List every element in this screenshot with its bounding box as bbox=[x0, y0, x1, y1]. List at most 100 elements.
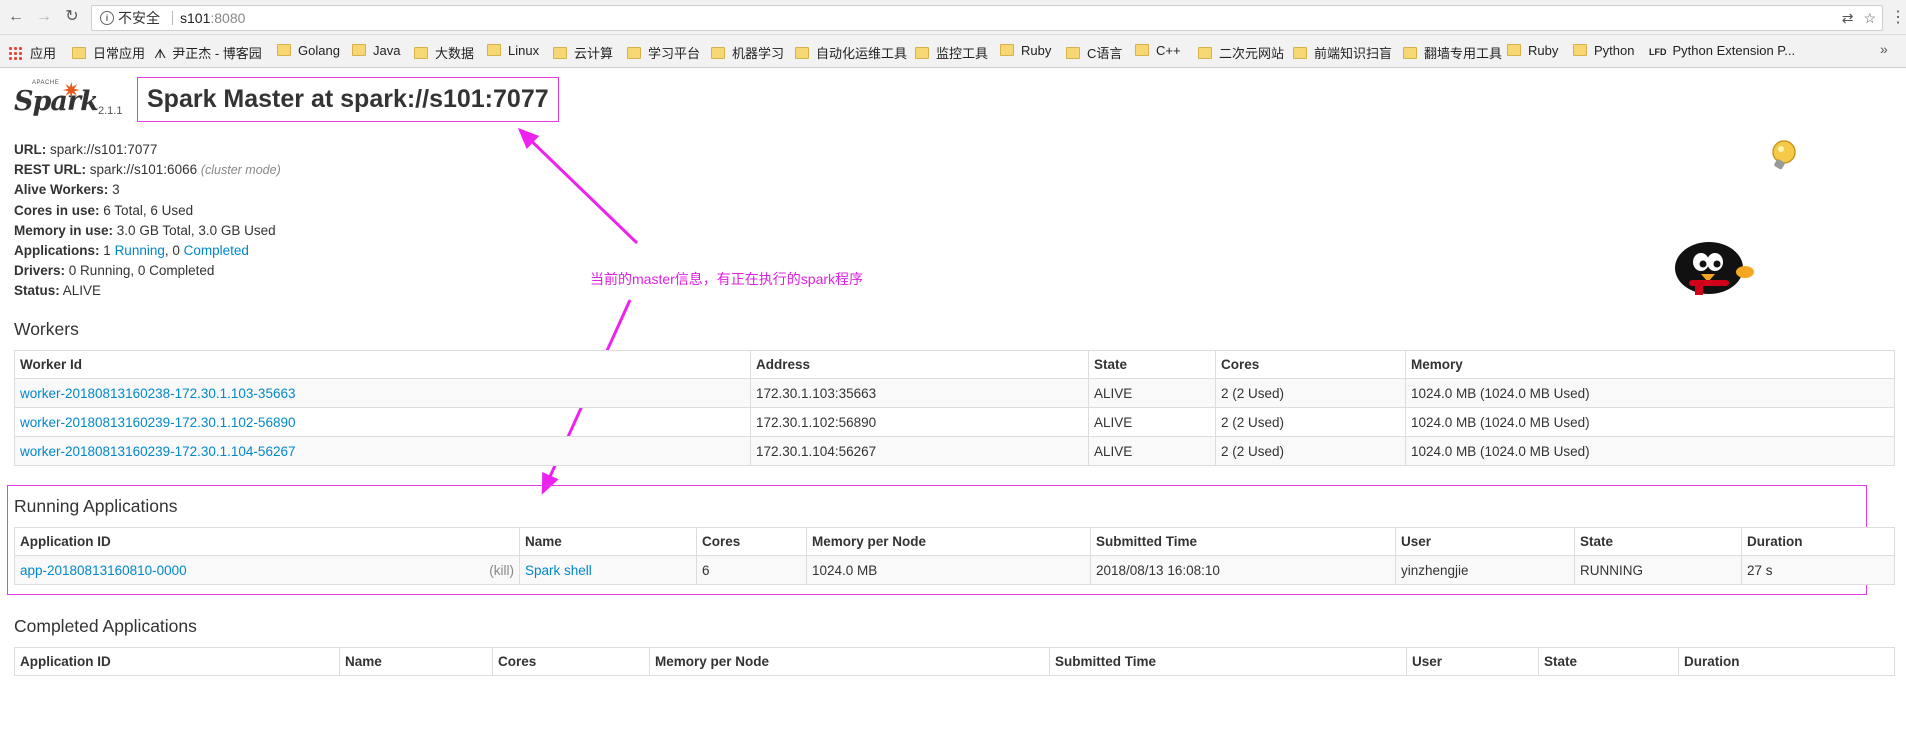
info-memory: Memory in use: 3.0 GB Total, 3.0 GB Used bbox=[14, 222, 276, 238]
bookmark-item[interactable]: 自动化运维工具 bbox=[795, 43, 907, 62]
info-rest-url: REST URL: spark://s101:6066 (cluster mod… bbox=[14, 162, 281, 178]
bookmark-item[interactable]: LFD Python Extension P... bbox=[1649, 43, 1795, 58]
column-header[interactable]: Cores bbox=[1215, 350, 1406, 379]
folder-icon bbox=[487, 44, 501, 56]
browser-menu-icon[interactable]: ⋮ bbox=[1890, 7, 1906, 27]
bookmark-item[interactable]: 前端知识扫盲 bbox=[1293, 43, 1392, 62]
worker-link[interactable]: worker-20180813160238-172.30.1.103-35663 bbox=[20, 386, 295, 401]
completed-apps-table: Application ID Name Cores Memory per Nod… bbox=[14, 647, 1895, 676]
column-header[interactable]: Name bbox=[519, 527, 697, 556]
running-apps-link[interactable]: Running bbox=[115, 243, 165, 258]
column-header[interactable]: Memory per Node bbox=[649, 647, 1050, 676]
folder-icon bbox=[414, 47, 428, 59]
bookmark-item[interactable]: 二次元网站 bbox=[1198, 43, 1284, 62]
bookmark-item[interactable]: C++ bbox=[1135, 43, 1181, 58]
address-cell: 172.30.1.103:35663 bbox=[750, 378, 1089, 408]
penguin-mascot-icon[interactable] bbox=[1671, 238, 1755, 300]
column-header[interactable]: User bbox=[1395, 527, 1575, 556]
bookmark-item[interactable]: ᗑ 尹正杰 - 博客园 bbox=[154, 43, 262, 62]
user-cell: yinzhengjie bbox=[1395, 555, 1575, 585]
folder-icon bbox=[627, 47, 641, 59]
cores-cell: 2 (2 Used) bbox=[1215, 407, 1406, 437]
column-header[interactable]: State bbox=[1574, 527, 1742, 556]
bookmark-item[interactable]: 机器学习 bbox=[711, 43, 784, 62]
bookmark-item[interactable]: Java bbox=[352, 43, 400, 58]
app-id-link[interactable]: app-20180813160810-0000 bbox=[20, 563, 187, 578]
cores-cell: 2 (2 Used) bbox=[1215, 378, 1406, 408]
completed-apps-link[interactable]: Completed bbox=[184, 243, 249, 258]
folder-icon bbox=[1293, 47, 1307, 59]
column-header[interactable]: User bbox=[1406, 647, 1539, 676]
omnibox-actions: ⇄ ☆ bbox=[1842, 6, 1876, 30]
worker-link[interactable]: worker-20180813160239-172.30.1.104-56267 bbox=[20, 444, 295, 459]
translate-icon[interactable]: ⇄ bbox=[1842, 10, 1854, 26]
worker-link[interactable]: worker-20180813160239-172.30.1.102-56890 bbox=[20, 415, 295, 430]
bookmark-item[interactable]: 翻墙专用工具 bbox=[1403, 43, 1502, 62]
folder-icon bbox=[352, 44, 366, 56]
back-icon[interactable]: ← bbox=[6, 7, 26, 27]
address-cell: 172.30.1.102:56890 bbox=[750, 407, 1089, 437]
column-header[interactable]: Submitted Time bbox=[1090, 527, 1396, 556]
state-cell: ALIVE bbox=[1088, 407, 1216, 437]
apps-grid-icon bbox=[8, 46, 22, 60]
app-name-link[interactable]: Spark shell bbox=[525, 563, 592, 578]
kill-app-button[interactable]: (kill) bbox=[489, 563, 514, 578]
workers-table: Worker Id Address State Cores Memory wor… bbox=[14, 350, 1895, 466]
bookmark-item[interactable]: C语言 bbox=[1066, 43, 1122, 62]
duration-cell: 27 s bbox=[1741, 555, 1895, 585]
url-port: :8080 bbox=[210, 10, 246, 26]
address-cell: 172.30.1.104:56267 bbox=[750, 436, 1089, 466]
bookmark-item[interactable]: 学习平台 bbox=[627, 43, 700, 62]
folder-icon bbox=[72, 47, 86, 59]
column-header[interactable]: Address bbox=[750, 350, 1089, 379]
table-row: app-20180813160810-0000 (kill) Spark she… bbox=[14, 555, 1895, 585]
spark-version: 2.1.1 bbox=[98, 105, 123, 117]
bookmark-item[interactable]: 日常应用 bbox=[72, 43, 145, 62]
workers-heading: Workers bbox=[14, 319, 79, 339]
logo-wordmark: Spark bbox=[14, 86, 99, 117]
arrow-to-title bbox=[517, 127, 639, 245]
column-header[interactable]: State bbox=[1088, 350, 1216, 379]
folder-icon bbox=[915, 47, 929, 59]
site-info-icon[interactable]: i bbox=[100, 11, 114, 25]
column-header[interactable]: State bbox=[1538, 647, 1679, 676]
app-name-cell: Spark shell bbox=[519, 555, 697, 585]
bookmark-item[interactable]: 大数据 bbox=[414, 43, 474, 62]
bookmark-item[interactable]: 云计算 bbox=[553, 43, 613, 62]
page-title: Spark Master at spark://s101:7077 bbox=[147, 85, 549, 113]
table-header-row: Application ID Name Cores Memory per Nod… bbox=[14, 527, 1895, 556]
column-header[interactable]: Cores bbox=[696, 527, 807, 556]
folder-icon bbox=[1573, 44, 1587, 56]
bookmark-apps[interactable]: 应用 bbox=[8, 43, 56, 62]
forward-icon[interactable]: → bbox=[34, 7, 54, 27]
bookmark-item[interactable]: Python bbox=[1573, 43, 1634, 58]
column-header[interactable]: Memory per Node bbox=[806, 527, 1091, 556]
lightbulb-icon[interactable] bbox=[1766, 138, 1800, 174]
column-header[interactable]: Worker Id bbox=[14, 350, 751, 379]
bookmark-item[interactable]: Linux bbox=[487, 43, 539, 58]
column-header[interactable]: Cores bbox=[492, 647, 650, 676]
bookmark-star-icon[interactable]: ☆ bbox=[1863, 10, 1876, 26]
folder-icon bbox=[1135, 44, 1149, 56]
address-bar[interactable]: i 不安全 s101:8080 ⇄ ☆ bbox=[91, 5, 1883, 31]
folder-icon bbox=[711, 47, 725, 59]
column-header[interactable]: Name bbox=[339, 647, 493, 676]
bookmarks-overflow-button[interactable]: » bbox=[1880, 41, 1888, 57]
folder-icon bbox=[1507, 44, 1521, 56]
bookmark-item[interactable]: Ruby bbox=[1507, 43, 1558, 58]
column-header[interactable]: Application ID bbox=[14, 647, 340, 676]
bookmark-item[interactable]: 监控工具 bbox=[915, 43, 988, 62]
bookmark-item[interactable]: Ruby bbox=[1000, 43, 1051, 58]
bookmark-item[interactable]: Golang bbox=[277, 43, 340, 58]
column-header[interactable]: Duration bbox=[1741, 527, 1895, 556]
column-header[interactable]: Memory bbox=[1405, 350, 1895, 379]
column-header[interactable]: Application ID bbox=[14, 527, 520, 556]
table-row: worker-20180813160239-172.30.1.104-56267… bbox=[14, 436, 1895, 466]
cores-cell: 2 (2 Used) bbox=[1215, 436, 1406, 466]
column-header[interactable]: Submitted Time bbox=[1049, 647, 1407, 676]
address-url[interactable]: s101:8080 bbox=[180, 6, 245, 30]
column-header[interactable]: Duration bbox=[1678, 647, 1895, 676]
info-cores: Cores in use: 6 Total, 6 Used bbox=[14, 202, 194, 218]
reload-icon[interactable]: ↻ bbox=[62, 7, 82, 27]
folder-icon bbox=[1000, 44, 1014, 56]
